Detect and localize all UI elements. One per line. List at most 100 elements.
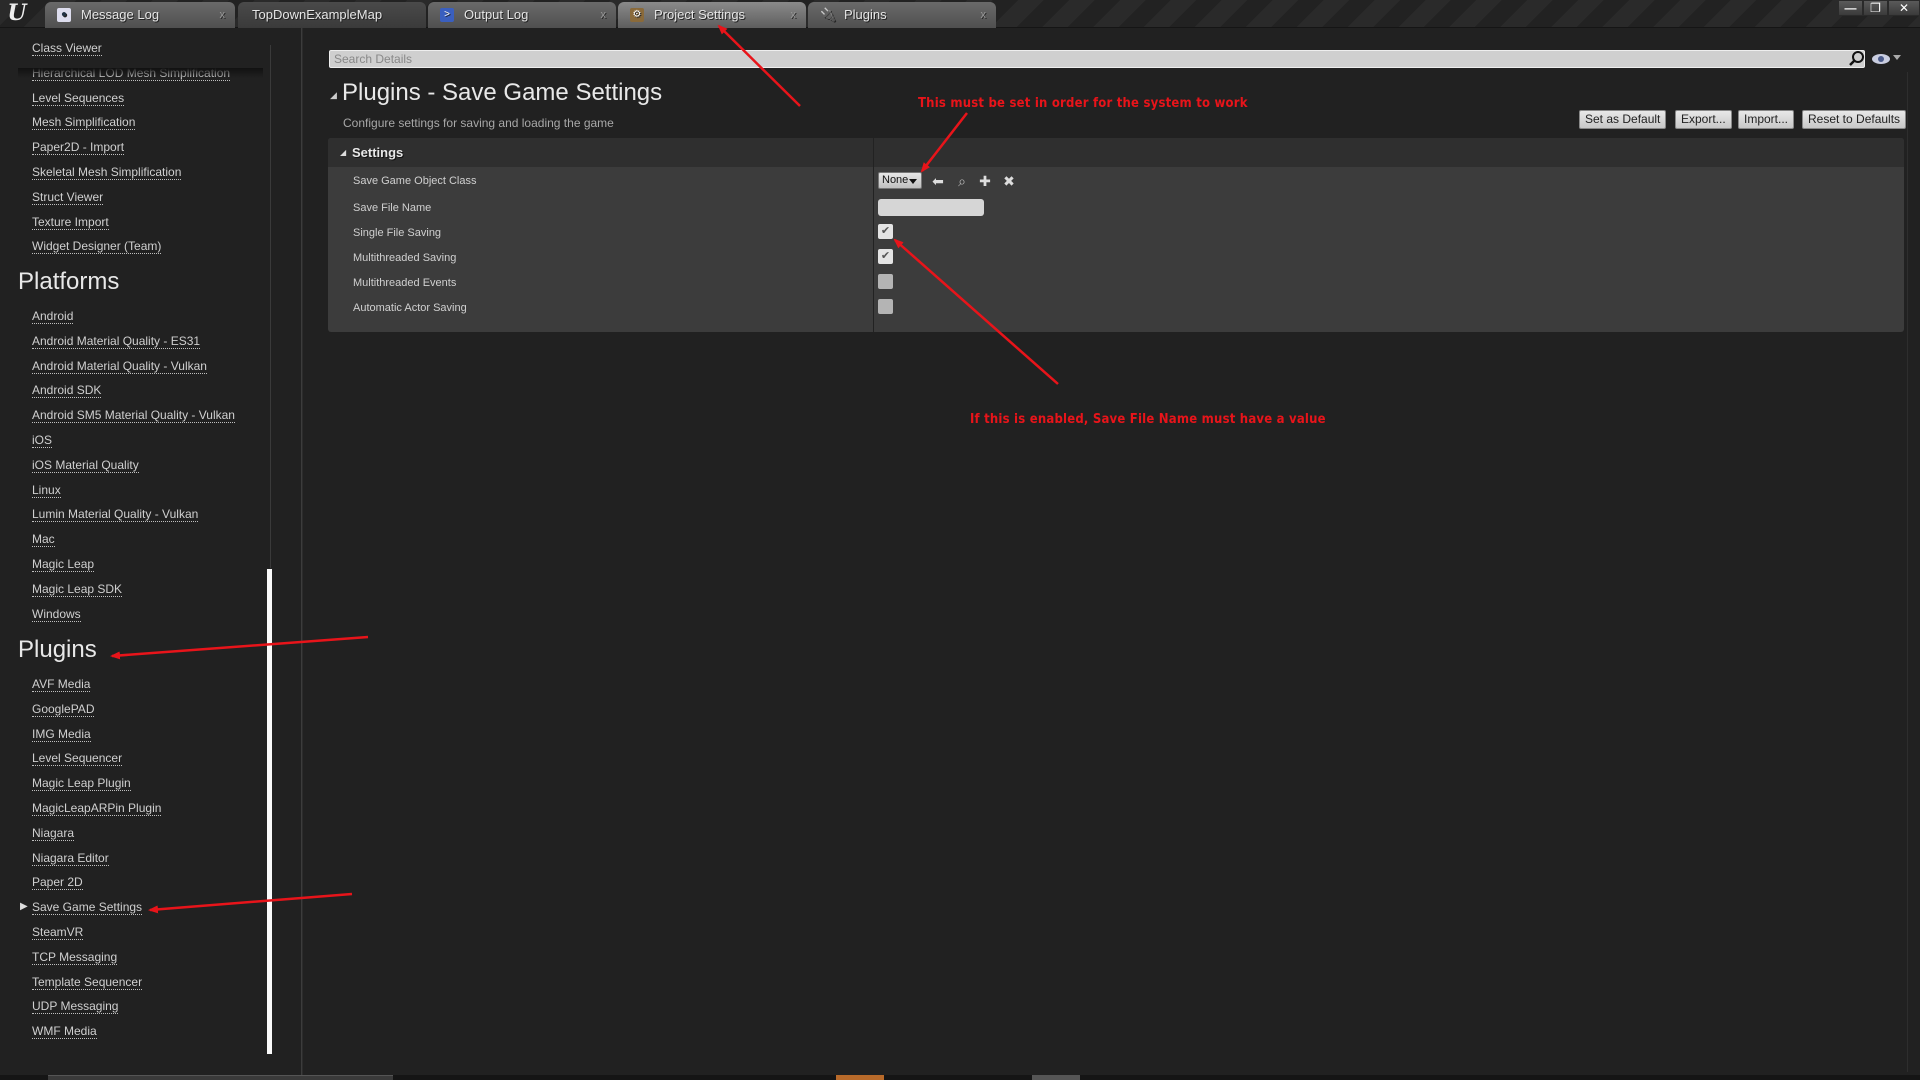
tab-label: TopDownExampleMap (252, 7, 383, 22)
sidebar-item[interactable]: Level Sequencer (32, 751, 123, 766)
sidebar-item[interactable]: MagicLeapARPin Plugin (32, 801, 162, 816)
set-as-default-button[interactable]: Set as Default (1579, 110, 1667, 129)
output-log-icon: > (440, 8, 454, 22)
save-game-object-class-dropdown[interactable]: None (878, 172, 922, 189)
settings-sidebar: Class ViewerHierarchical LOD Mesh Simpli… (0, 28, 300, 1075)
sidebar-item[interactable]: Mac (32, 532, 55, 547)
sidebar-item[interactable]: Level Sequences (32, 91, 125, 106)
automatic-actor-saving-checkbox[interactable] (878, 299, 893, 314)
tab-output-log[interactable]: > Output Log x (428, 2, 616, 28)
details-scroll-track (1907, 72, 1908, 1072)
sidebar-heading-platforms: Platforms (18, 268, 120, 295)
sidebar-item[interactable]: Niagara (32, 826, 75, 841)
sidebar-item[interactable]: Android SM5 Material Quality - Vulkan (32, 408, 235, 423)
tab-message-log[interactable]: ● Message Log x (45, 2, 235, 28)
sidebar-item[interactable]: GooglePAD (32, 702, 95, 717)
sidebar-item[interactable]: UDP Messaging (32, 999, 119, 1014)
save-file-name-label: Save File Name (353, 202, 432, 214)
sidebar-item[interactable]: Android (32, 309, 74, 324)
tab-bar: U ● Message Log x TopDownExampleMap > Ou… (0, 0, 1920, 28)
sidebar-item[interactable]: Magic Leap SDK (32, 582, 123, 597)
sidebar-item[interactable]: TCP Messaging (32, 950, 118, 965)
sidebar-item[interactable]: IMG Media (32, 727, 91, 742)
tab-label: Output Log (464, 7, 529, 22)
sidebar-item[interactable]: Paper2D - Import (32, 140, 125, 155)
sidebar-item[interactable]: Class Viewer (32, 41, 102, 56)
add-plus-icon[interactable]: ✚ (977, 173, 993, 189)
multithreaded-events-checkbox[interactable] (878, 274, 893, 289)
sidebar-item[interactable]: Linux (32, 483, 61, 498)
sidebar-item[interactable]: Paper 2D (32, 875, 83, 890)
single-file-saving-checkbox[interactable]: ✔ (878, 224, 893, 239)
multithreaded-saving-label: Multithreaded Saving (353, 252, 457, 264)
tab-project-settings[interactable]: ⚙ Project Settings x (618, 2, 806, 28)
tab-label: Plugins (844, 7, 887, 22)
dropdown-value: None (882, 174, 909, 186)
sidebar-item[interactable]: Skeletal Mesh Simplification (32, 165, 182, 180)
status-bar-segment (1032, 1075, 1080, 1080)
status-bar-accent (836, 1075, 884, 1080)
close-tab-icon[interactable]: x (601, 2, 607, 28)
window-controls: — ❐ ✕ (1838, 0, 1920, 16)
panel-splitter[interactable] (301, 28, 303, 1078)
sidebar-item[interactable]: Struct Viewer (32, 190, 104, 205)
sidebar-item[interactable]: AVF Media (32, 677, 91, 692)
sidebar-scrollbar-thumb[interactable] (266, 568, 273, 1055)
restore-button[interactable]: ❐ (1863, 0, 1888, 16)
collapse-category-icon[interactable]: ◢ (330, 90, 337, 101)
automatic-actor-saving-label: Automatic Actor Saving (353, 302, 467, 314)
collapse-icon: ◢ (340, 148, 347, 157)
checkmark-icon: ✔ (880, 250, 891, 262)
single-file-saving-label: Single File Saving (353, 227, 442, 239)
checkmark-icon: ✔ (880, 225, 891, 237)
search-icon[interactable] (1848, 50, 1866, 68)
sidebar-item[interactable]: Android Material Quality - Vulkan (32, 359, 207, 374)
save-game-object-class-label: Save Game Object Class (353, 175, 477, 187)
column-divider[interactable] (873, 138, 874, 332)
settings-category-header[interactable]: ◢ Settings (328, 138, 1904, 167)
sidebar-item[interactable]: Niagara Editor (32, 851, 109, 866)
sidebar-item[interactable]: iOS Material Quality (32, 458, 139, 473)
sidebar-item[interactable]: Texture Import (32, 215, 109, 230)
browse-search-icon[interactable]: ⌕ (954, 173, 970, 189)
search-details-input[interactable]: Search Details (329, 50, 1865, 68)
close-tab-icon[interactable]: x (791, 2, 797, 28)
selected-item-arrow-icon: ▶ (20, 901, 28, 912)
use-selected-arrow-icon[interactable]: ⬅ (930, 173, 946, 189)
sidebar-item[interactable]: Android SDK (32, 383, 102, 398)
import-button[interactable]: Import... (1738, 110, 1795, 129)
export-button[interactable]: Export... (1675, 110, 1732, 129)
status-bar-segment (48, 1075, 393, 1080)
message-log-icon: ● (57, 8, 71, 22)
caret-down-icon (909, 179, 917, 184)
close-tab-icon[interactable]: x (220, 2, 226, 28)
sidebar-item[interactable]: WMF Media (32, 1024, 97, 1039)
sidebar-item[interactable]: Windows (32, 607, 81, 622)
save-file-name-input[interactable] (878, 199, 984, 216)
sidebar-item[interactable]: Save Game Settings (32, 900, 143, 915)
reset-to-defaults-button[interactable]: Reset to Defaults (1802, 110, 1907, 129)
minimize-button[interactable]: — (1838, 0, 1863, 16)
sidebar-item[interactable]: Android Material Quality - ES31 (32, 334, 201, 349)
sidebar-heading-plugins: Plugins (18, 636, 97, 663)
close-tab-icon[interactable]: x (981, 2, 987, 28)
settings-category-label: Settings (352, 145, 404, 160)
visibility-eye-icon[interactable] (1871, 52, 1891, 66)
close-window-button[interactable]: ✕ (1888, 0, 1920, 16)
multithreaded-saving-checkbox[interactable]: ✔ (878, 249, 893, 264)
sidebar-item[interactable]: Magic Leap Plugin (32, 776, 131, 791)
sidebar-item[interactable]: Mesh Simplification (32, 115, 136, 130)
sidebar-item[interactable]: iOS (32, 433, 53, 448)
sidebar-item[interactable]: SteamVR (32, 925, 84, 940)
tab-label: Project Settings (654, 7, 746, 22)
sidebar-item[interactable]: Widget Designer (Team) (32, 239, 162, 254)
clear-x-icon[interactable]: ✖ (1001, 173, 1017, 189)
sidebar-item[interactable]: Template Sequencer (32, 975, 143, 990)
tab-topdown-map[interactable]: TopDownExampleMap (238, 2, 426, 28)
plugins-icon: 🔌 (820, 7, 837, 22)
tab-label: Message Log (81, 7, 160, 22)
sidebar-item[interactable]: Magic Leap (32, 557, 95, 572)
sidebar-item[interactable]: Lumin Material Quality - Vulkan (32, 507, 199, 522)
chevron-down-icon[interactable] (1893, 55, 1901, 60)
tab-plugins[interactable]: 🔌 Plugins x (808, 2, 996, 28)
